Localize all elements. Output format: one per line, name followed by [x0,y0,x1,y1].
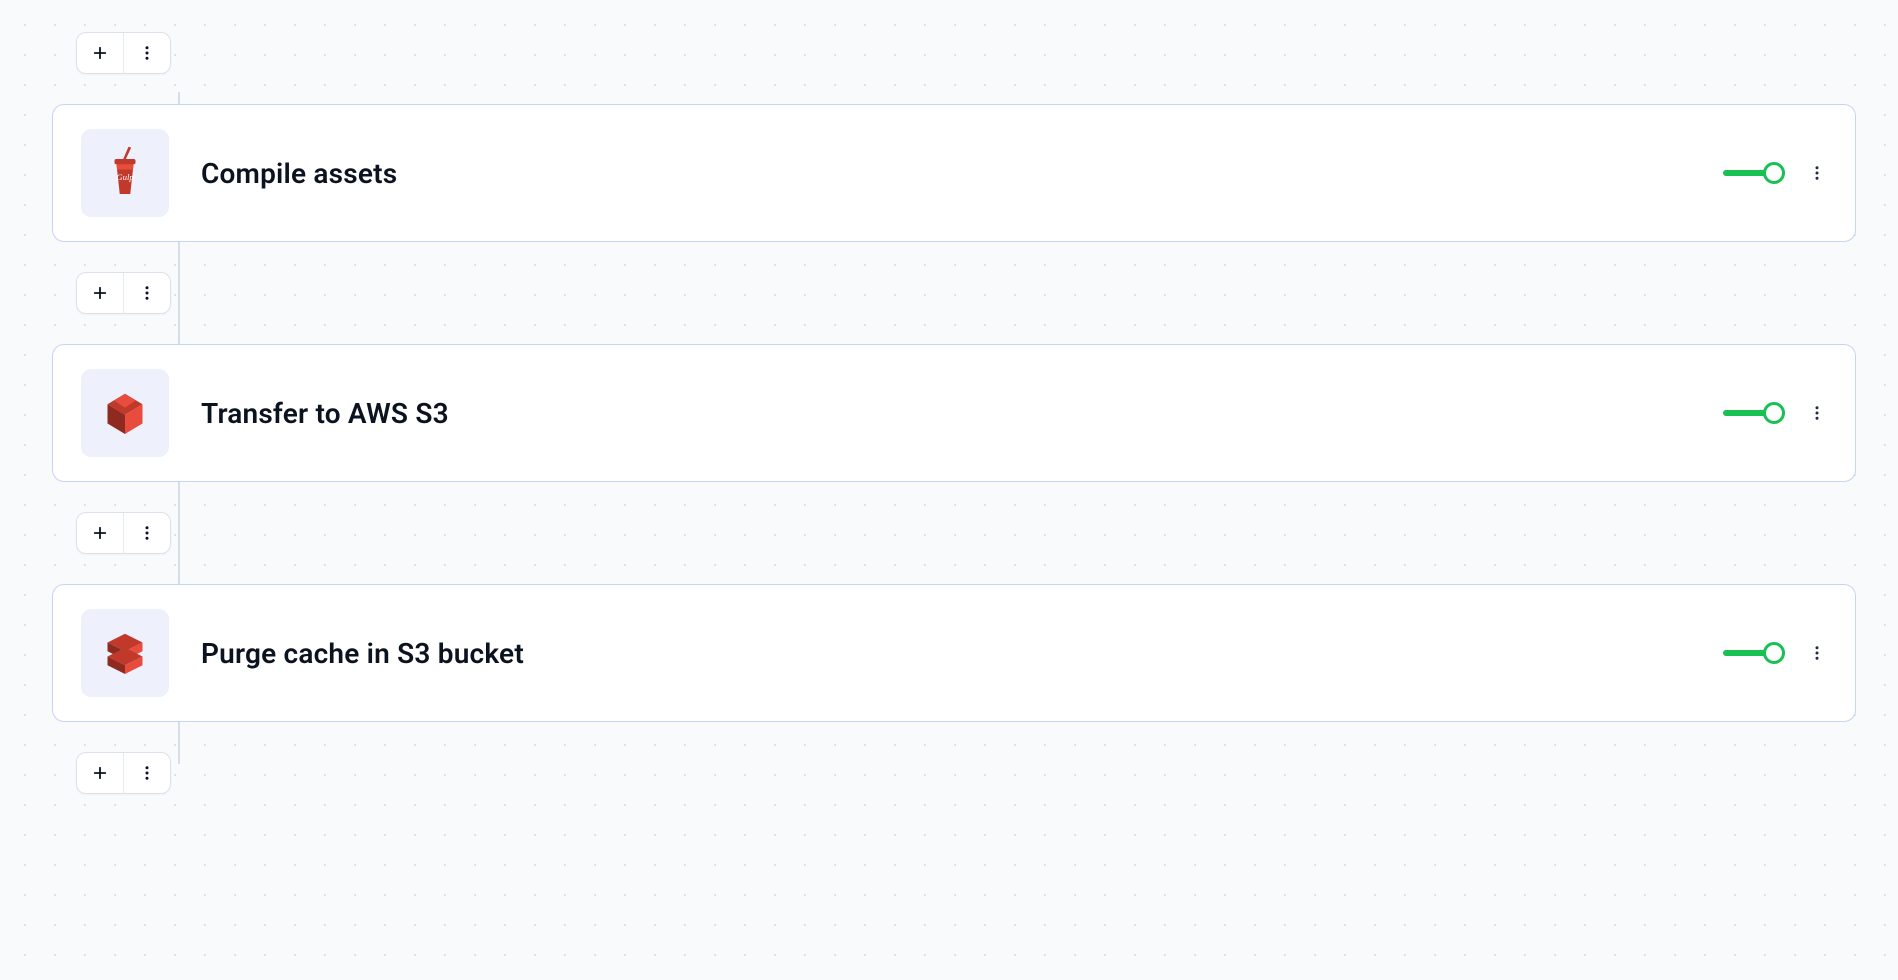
cloudfront-icon [97,625,153,681]
action-title: Compile assets [201,157,397,190]
action-toggle[interactable] [1723,400,1785,426]
action-icon-tile: Gulp [81,129,169,217]
add-action-pill [76,272,171,314]
add-action-button[interactable] [77,513,123,553]
kebab-icon [138,284,156,302]
action-toggle[interactable] [1723,160,1785,186]
add-action-pill [76,32,171,74]
kebab-icon [138,764,156,782]
add-action-button[interactable] [77,273,123,313]
action-card[interactable]: Transfer to AWS S3 [52,344,1856,482]
action-title: Purge cache in S3 bucket [201,637,524,670]
action-card[interactable]: Purge cache in S3 bucket [52,584,1856,722]
pill-menu-button[interactable] [124,273,170,313]
kebab-icon [1808,644,1826,662]
add-action-pill [76,512,171,554]
plus-icon [91,764,109,782]
add-action-button[interactable] [77,753,123,793]
action-menu-button[interactable] [1807,164,1827,182]
kebab-icon [1808,164,1826,182]
action-icon-tile [81,369,169,457]
plus-icon [91,524,109,542]
pipeline-canvas[interactable]: Gulp Compile assets [0,0,1898,980]
kebab-icon [138,44,156,62]
action-title: Transfer to AWS S3 [201,397,449,430]
action-icon-tile [81,609,169,697]
action-toggle[interactable] [1723,640,1785,666]
s3-icon [97,385,153,441]
gulp-icon: Gulp [97,145,153,201]
kebab-icon [138,524,156,542]
action-menu-button[interactable] [1807,404,1827,422]
pill-menu-button[interactable] [124,513,170,553]
action-card[interactable]: Gulp Compile assets [52,104,1856,242]
add-action-pill [76,752,171,794]
plus-icon [91,284,109,302]
kebab-icon [1808,404,1826,422]
pill-menu-button[interactable] [124,753,170,793]
plus-icon [91,44,109,62]
pill-menu-button[interactable] [124,33,170,73]
add-action-button[interactable] [77,33,123,73]
svg-text:Gulp: Gulp [116,172,134,182]
action-menu-button[interactable] [1807,644,1827,662]
